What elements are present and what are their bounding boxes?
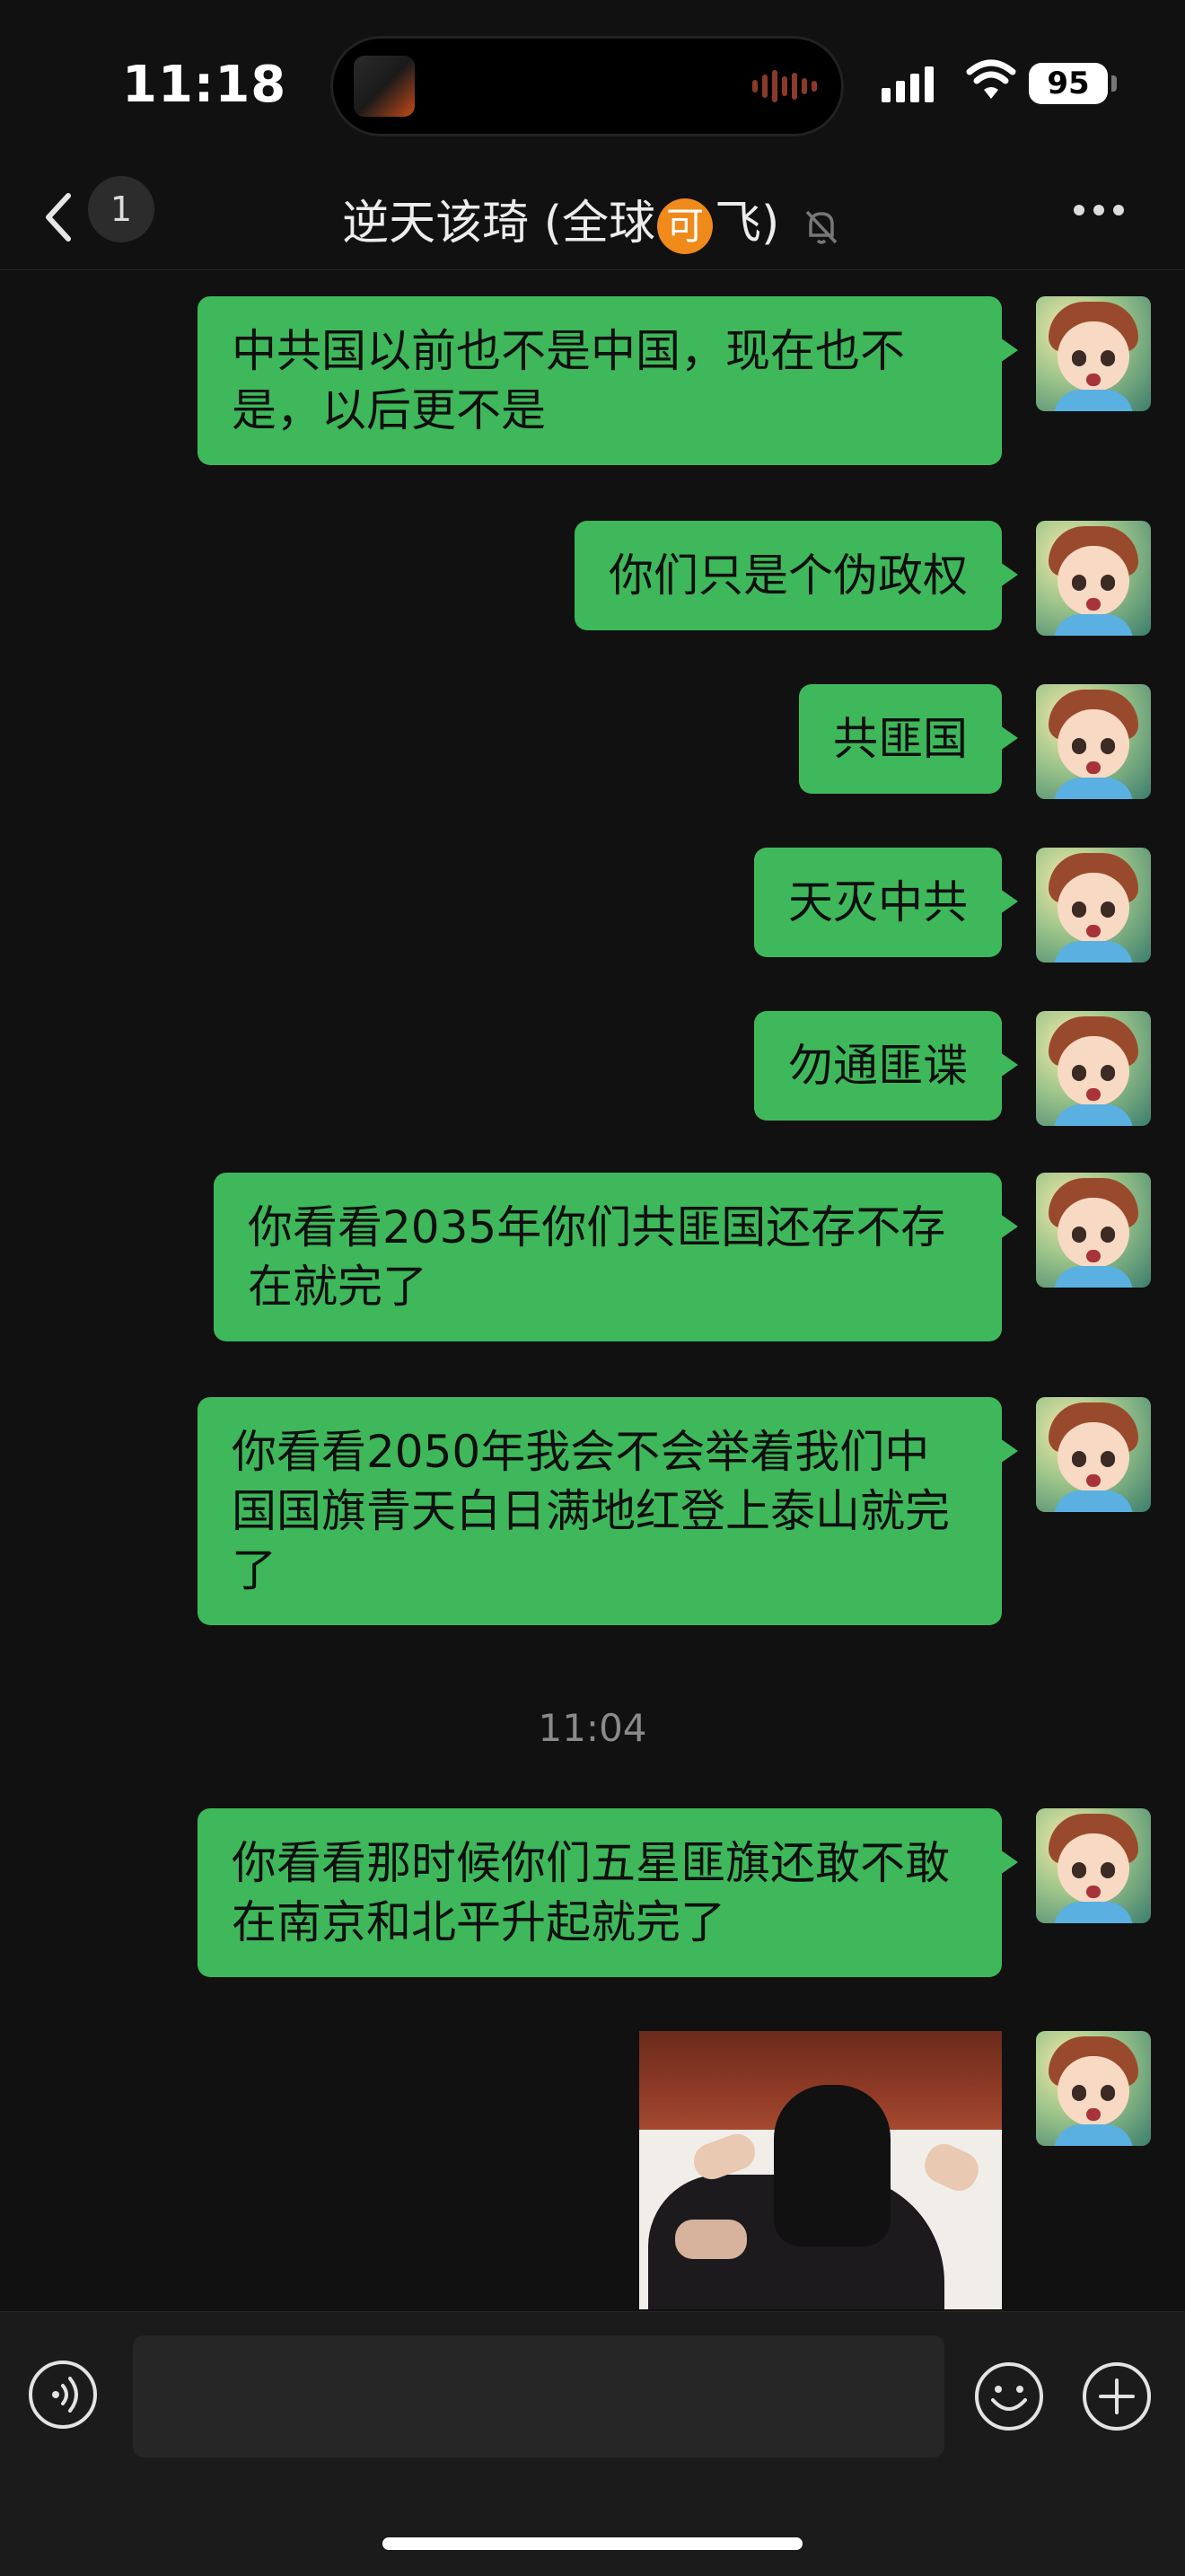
- wifi-icon: [966, 59, 1016, 99]
- battery-indicator: 95: [1029, 63, 1108, 104]
- now-playing-artwork: [354, 56, 415, 117]
- chat-title-text: 逆天该琦 (全球: [342, 197, 655, 251]
- message-input[interactable]: [133, 2335, 944, 2457]
- emoji-icon[interactable]: [973, 2361, 1045, 2432]
- chat-title[interactable]: 逆天该琦 (全球可飞): [0, 185, 1185, 254]
- avatar[interactable]: [1036, 2031, 1151, 2146]
- message-bubble[interactable]: 你看看那时候你们五星匪旗还敢不敢在南京和北平升起就完了: [198, 1808, 1018, 1977]
- bell-muted-icon: [805, 210, 838, 244]
- avatar[interactable]: [1036, 1397, 1151, 1512]
- message-timestamp: 11:04: [538, 1706, 647, 1750]
- dynamic-island[interactable]: [330, 36, 844, 136]
- voice-icon[interactable]: [29, 2361, 97, 2429]
- status-time: 11:18: [122, 56, 287, 114]
- avatar[interactable]: [1036, 684, 1151, 799]
- avatar[interactable]: [1036, 521, 1151, 636]
- message-bubble[interactable]: 天灭中共: [754, 848, 1018, 957]
- image-message[interactable]: [639, 2031, 1002, 2309]
- audio-waveform-icon: [752, 70, 817, 102]
- input-bar: [0, 2311, 1185, 2576]
- message-bubble[interactable]: 你看看2035年你们共匪国还存不存在就完了: [214, 1173, 1018, 1341]
- chat-title-text-end: 飞): [715, 197, 780, 251]
- battery-tip: [1111, 75, 1117, 92]
- message-bubble[interactable]: 你们只是个伪政权: [575, 521, 1018, 630]
- message-bubble[interactable]: 共匪国: [799, 684, 1018, 794]
- more-dots-icon[interactable]: [1074, 205, 1124, 215]
- avatar[interactable]: [1036, 848, 1151, 963]
- avatar[interactable]: [1036, 296, 1151, 411]
- home-indicator[interactable]: [382, 2537, 803, 2550]
- message-bubble[interactable]: 中共国以前也不是中国，现在也不是，以后更不是: [198, 296, 1018, 465]
- title-highlight-badge: 可: [657, 198, 713, 254]
- cellular-signal-icon: [882, 66, 934, 102]
- plus-icon[interactable]: [1081, 2361, 1153, 2432]
- message-bubble[interactable]: 勿通匪谍: [754, 1011, 1018, 1121]
- avatar[interactable]: [1036, 1808, 1151, 1923]
- avatar[interactable]: [1036, 1173, 1151, 1288]
- message-bubble[interactable]: 你看看2050年我会不会举着我们中国国旗青天白日满地红登上泰山就完了: [198, 1397, 1018, 1625]
- status-bar: 11:18 95: [0, 0, 1185, 171]
- avatar[interactable]: [1036, 1011, 1151, 1126]
